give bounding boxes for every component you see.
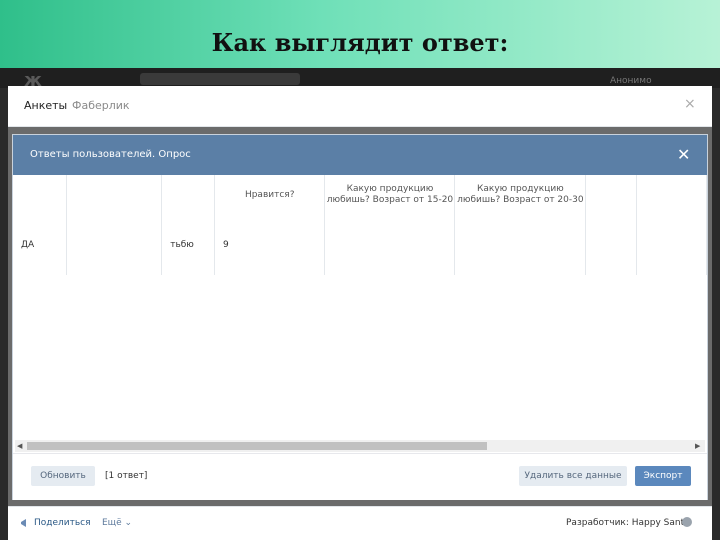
responses-table-wrap: Нравится? Какую продукцию любишь? Возрас…	[13, 175, 707, 440]
table-cell: ДА	[13, 215, 67, 275]
search-input[interactable]	[140, 73, 300, 85]
modal-title: Ответы пользователей. Опрос	[30, 149, 191, 160]
table-header-row: Нравится? Какую продукцию любишь? Возрас…	[13, 175, 707, 215]
responses-modal: Ответы пользователей. Опрос ✕ Нравится? …	[12, 134, 708, 500]
column-header	[66, 175, 163, 215]
bottom-bar: Поделиться Ещё ⌄ Разработчик: Happy Sant…	[8, 506, 712, 541]
tab-ankety[interactable]: Анкеты	[24, 99, 67, 112]
table-cell	[454, 215, 587, 275]
column-header: Какую продукцию любишь? Возраст от 15-20	[324, 175, 456, 215]
refresh-button[interactable]: Обновить	[31, 466, 95, 486]
close-icon[interactable]: ✕	[677, 145, 690, 164]
app-header: Анкеты Фаберлик ×	[8, 86, 712, 127]
developer-link[interactable]: Разработчик: Happy Santa	[566, 518, 690, 528]
tab-faberlic[interactable]: Фаберлик	[72, 99, 130, 112]
column-header	[585, 175, 637, 215]
table-cell	[636, 215, 707, 275]
megaphone-icon[interactable]	[20, 518, 30, 531]
response-count: [1 ответ]	[105, 471, 148, 481]
slide-title: Как выглядит ответ:	[211, 28, 509, 57]
horizontal-scrollbar[interactable]: ◀ ▶	[15, 440, 705, 452]
delete-all-button[interactable]: Удалить все данные	[519, 466, 627, 486]
table-cell: 9	[214, 215, 326, 275]
app-close-icon[interactable]: ×	[684, 96, 696, 112]
column-header	[13, 175, 67, 215]
table-cell	[585, 215, 637, 275]
modal-footer: Обновить [1 ответ] Удалить все данные Эк…	[13, 453, 707, 500]
user-name[interactable]: Анонимо	[610, 76, 652, 86]
modal-header: Ответы пользователей. Опрос ✕	[13, 135, 707, 175]
column-header	[636, 175, 707, 215]
table-row: ДА тьбю 9	[13, 215, 707, 275]
export-button[interactable]: Экспорт	[635, 466, 691, 486]
share-link[interactable]: Поделиться	[34, 518, 91, 528]
responses-table: Нравится? Какую продукцию любишь? Возрас…	[13, 175, 707, 275]
column-header: Какую продукцию любишь? Возраст от 20-30	[454, 175, 587, 215]
table-cell	[66, 215, 163, 275]
scroll-thumb[interactable]	[27, 442, 487, 450]
scroll-right-icon[interactable]: ▶	[695, 442, 700, 450]
column-header	[161, 175, 215, 215]
scroll-left-icon[interactable]: ◀	[17, 442, 22, 450]
column-header: Нравится?	[214, 175, 326, 215]
table-cell	[324, 215, 456, 275]
table-cell: тьбю	[161, 215, 215, 275]
more-dropdown[interactable]: Ещё ⌄	[102, 518, 132, 528]
avatar[interactable]	[682, 517, 692, 527]
